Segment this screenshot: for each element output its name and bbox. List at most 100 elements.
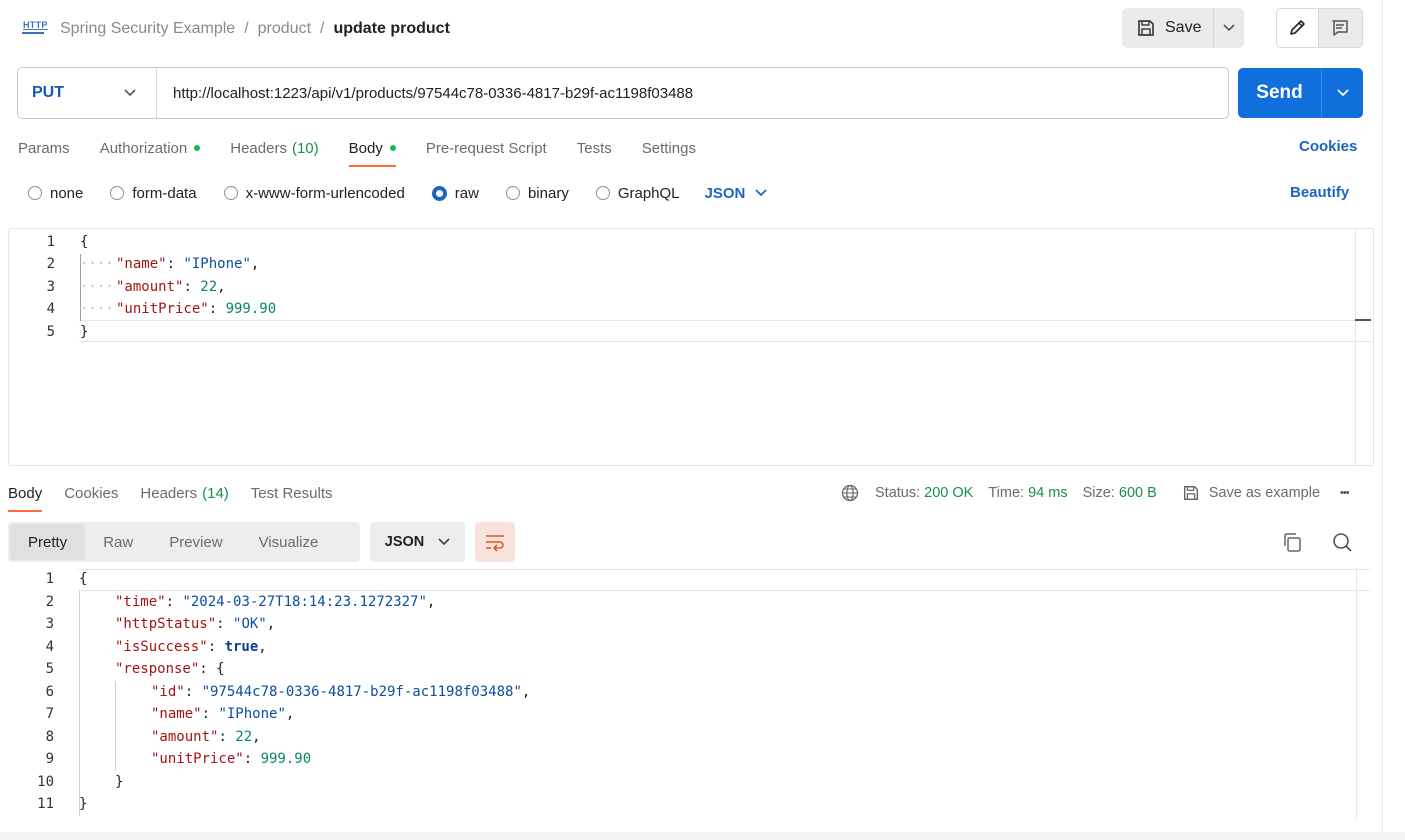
response-tabs: Body Cookies Headers (14) Test Results — [8, 482, 355, 512]
radio-label: GraphQL — [617, 184, 680, 202]
tab-pre-request-script[interactable]: Pre-request Script — [426, 136, 547, 160]
search-icon[interactable] — [1332, 532, 1353, 553]
time-value: 94 ms — [1028, 485, 1068, 501]
response-tab-cookies[interactable]: Cookies — [64, 482, 118, 504]
save-button-group: Save — [1122, 8, 1244, 48]
breadcrumb: Spring Security Example / product / upda… — [60, 18, 450, 40]
pencil-icon — [1287, 18, 1307, 38]
globe-icon[interactable] — [841, 484, 859, 502]
tab-label: Headers — [230, 139, 287, 157]
line-number: 2 — [45, 593, 54, 610]
status-label: Status: — [875, 485, 921, 501]
code-line: 6 "id": "97544c78-0336-4817-b29f-ac1198f0… — [8, 681, 1354, 704]
send-button[interactable]: Send — [1238, 68, 1322, 118]
code-text: "isSuccess": true, — [115, 638, 267, 655]
response-body-viewer[interactable]: 1{2 "time": "2024-03-27T18:14:23.1272327"… — [8, 568, 1374, 818]
body-type-graphql[interactable]: GraphQL — [595, 184, 680, 202]
radio-button[interactable] — [110, 186, 125, 200]
edit-button[interactable] — [1277, 9, 1319, 47]
method-select[interactable]: PUT — [18, 68, 157, 118]
radio-button[interactable] — [505, 186, 520, 200]
body-type-urlencoded[interactable]: x-www-form-urlencoded — [223, 184, 405, 202]
radio-button[interactable] — [28, 186, 42, 200]
url-input[interactable]: http://localhost:1223/api/v1/products/97… — [157, 68, 693, 118]
tab-label: Headers — [140, 484, 198, 502]
save-button[interactable]: Save — [1122, 8, 1214, 48]
view-tab-visualize[interactable]: Visualize — [241, 524, 337, 560]
response-format-select[interactable]: JSON — [370, 522, 465, 562]
response-tab-body[interactable]: Body — [8, 482, 43, 512]
copy-icon[interactable] — [1282, 532, 1303, 553]
code-text: } — [79, 796, 88, 813]
save-as-example-button[interactable]: Save as example — [1182, 484, 1320, 502]
radio-label: binary — [527, 184, 569, 202]
code-line: 3 ···· "amount": 22, — [9, 276, 1355, 299]
line-number: 5 — [46, 323, 55, 340]
cookies-link[interactable]: Cookies — [1299, 138, 1357, 155]
breadcrumb-collection[interactable]: Spring Security Example — [60, 20, 235, 38]
line-number: 6 — [45, 683, 54, 700]
tab-label: Settings — [641, 139, 696, 157]
tab-label: Cookies — [64, 484, 119, 502]
tab-settings[interactable]: Settings — [642, 136, 696, 160]
response-tab-test-results[interactable]: Test Results — [251, 482, 333, 504]
line-number: 4 — [46, 301, 55, 318]
radio-button[interactable] — [223, 186, 238, 200]
code-line: 4 ···· "unitPrice": 999.90 — [9, 298, 1355, 321]
status-indicator[interactable]: Status: 200 OK — [875, 485, 973, 501]
size-label: Size: — [1082, 485, 1115, 501]
body-type-binary[interactable]: binary — [505, 184, 569, 202]
line-number: 11 — [37, 796, 54, 813]
tab-headers[interactable]: Headers (10) — [230, 136, 318, 160]
body-format-select[interactable]: JSON — [705, 185, 768, 202]
response-tab-headers[interactable]: Headers (14) — [140, 482, 228, 504]
line-number: 2 — [46, 256, 55, 273]
tab-label: Authorization — [99, 139, 188, 157]
more-options-icon[interactable]: ••• — [1340, 487, 1350, 499]
save-options-dropdown[interactable] — [1214, 8, 1244, 48]
view-tab-raw[interactable]: Raw — [85, 524, 151, 560]
view-tab-pretty[interactable]: Pretty — [10, 524, 86, 560]
tab-params[interactable]: Params — [18, 136, 70, 160]
chevron-down-icon — [755, 189, 768, 197]
time-indicator[interactable]: Time: 94 ms — [988, 485, 1067, 501]
comments-button[interactable] — [1318, 9, 1362, 47]
size-indicator[interactable]: Size: 600 B — [1083, 485, 1157, 501]
radio-button-selected[interactable] — [431, 185, 447, 201]
send-options-dropdown[interactable] — [1322, 68, 1363, 118]
body-type-raw[interactable]: raw — [431, 185, 479, 202]
size-value: 600 B — [1118, 485, 1157, 501]
radio-label: form-data — [132, 184, 197, 202]
radio-label: none — [50, 184, 84, 202]
chevron-down-icon — [438, 538, 450, 546]
edit-comment-group — [1276, 8, 1363, 48]
beautify-button[interactable]: Beautify — [1290, 184, 1349, 201]
wrap-lines-button[interactable] — [475, 522, 515, 562]
tab-tests[interactable]: Tests — [577, 136, 612, 160]
tab-body[interactable]: Body — [348, 136, 397, 167]
breadcrumb-request-name[interactable]: update product — [333, 20, 449, 38]
tab-authorization[interactable]: Authorization — [100, 136, 201, 160]
send-button-group: Send — [1238, 68, 1363, 118]
code-line: 10} — [8, 771, 1354, 794]
editor-scrollbar[interactable] — [1355, 229, 1371, 465]
request-body-editor[interactable]: 1{2 ···· "name": "IPhone", 3 ···· "amount": 2… — [8, 228, 1374, 466]
body-type-none[interactable]: none — [28, 185, 83, 202]
right-sidebar — [1382, 0, 1405, 840]
response-view-tabs: Pretty Raw Preview Visualize — [8, 522, 360, 562]
viewer-scrollbar[interactable] — [1356, 568, 1372, 818]
code-line: 3 "httpStatus": "OK", — [8, 613, 1354, 636]
chevron-down-icon — [1336, 89, 1349, 97]
tab-label: Body — [348, 139, 383, 157]
view-tab-preview[interactable]: Preview — [151, 524, 240, 560]
radio-button[interactable] — [595, 186, 610, 200]
response-status-bar: Status: 200 OK Time: 94 ms Size: 600 B S… — [841, 483, 1350, 503]
code-line: 5} — [9, 321, 1355, 344]
http-request-icon: HTTP — [22, 18, 47, 40]
breadcrumb-folder[interactable]: product — [258, 20, 311, 38]
code-line: 4 "isSuccess": true, — [8, 636, 1354, 659]
body-type-form-data[interactable]: form-data — [110, 184, 197, 202]
save-example-label: Save as example — [1208, 485, 1321, 501]
radio-label: x-www-form-urlencoded — [245, 184, 405, 202]
tab-label: Params — [18, 139, 70, 157]
